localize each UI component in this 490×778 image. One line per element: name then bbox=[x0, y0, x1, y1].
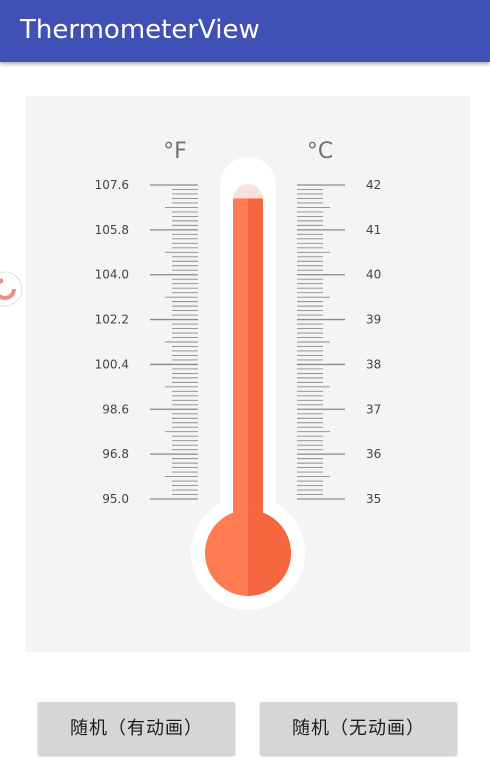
refresh-spinner-icon bbox=[0, 271, 23, 307]
celsius-tick-labels: 42 41 40 39 38 37 36 35 bbox=[366, 178, 381, 506]
fahrenheit-tick-labels: 107.6 105.8 104.0 102.2 100.4 98.6 96.8 95.0 bbox=[95, 178, 129, 506]
random-animated-button[interactable]: 随机（有动画） bbox=[38, 702, 235, 755]
fahrenheit-tick-label: 105.8 bbox=[95, 223, 129, 237]
fahrenheit-tick-label: 98.6 bbox=[102, 402, 129, 416]
fahrenheit-tick-label: 96.8 bbox=[102, 447, 129, 461]
celsius-scale bbox=[297, 184, 345, 500]
app-bar: ThermometerView bbox=[0, 0, 490, 62]
celsius-tick-label: 37 bbox=[366, 402, 381, 416]
app-title: ThermometerView bbox=[20, 15, 260, 45]
thermometer-tube bbox=[191, 157, 305, 610]
random-static-button[interactable]: 随机（无动画） bbox=[260, 702, 457, 755]
celsius-tick-label: 35 bbox=[366, 492, 381, 506]
celsius-tick-label: 36 bbox=[366, 447, 381, 461]
celsius-tick-label: 42 bbox=[366, 178, 381, 192]
celsius-tick-label: 41 bbox=[366, 223, 381, 237]
fahrenheit-tick-label: 104.0 bbox=[95, 268, 129, 282]
fahrenheit-unit-label: °F bbox=[163, 139, 187, 164]
fahrenheit-tick-label: 100.4 bbox=[95, 357, 129, 371]
celsius-tick-label: 38 bbox=[366, 357, 381, 371]
fahrenheit-scale bbox=[150, 184, 198, 500]
fahrenheit-tick-label: 107.6 bbox=[95, 178, 129, 192]
celsius-tick-label: 39 bbox=[366, 313, 381, 327]
mercury-column-shade bbox=[248, 198, 263, 540]
celsius-unit-label: °C bbox=[307, 139, 333, 164]
fahrenheit-tick-label: 95.0 bbox=[102, 492, 129, 506]
thermometer-view: °F °C 107.6 105.8 104.0 102.2 100.4 98.6 96.8 9… bbox=[95, 139, 381, 610]
celsius-tick-label: 40 bbox=[366, 268, 381, 282]
fahrenheit-tick-label: 102.2 bbox=[95, 313, 129, 327]
